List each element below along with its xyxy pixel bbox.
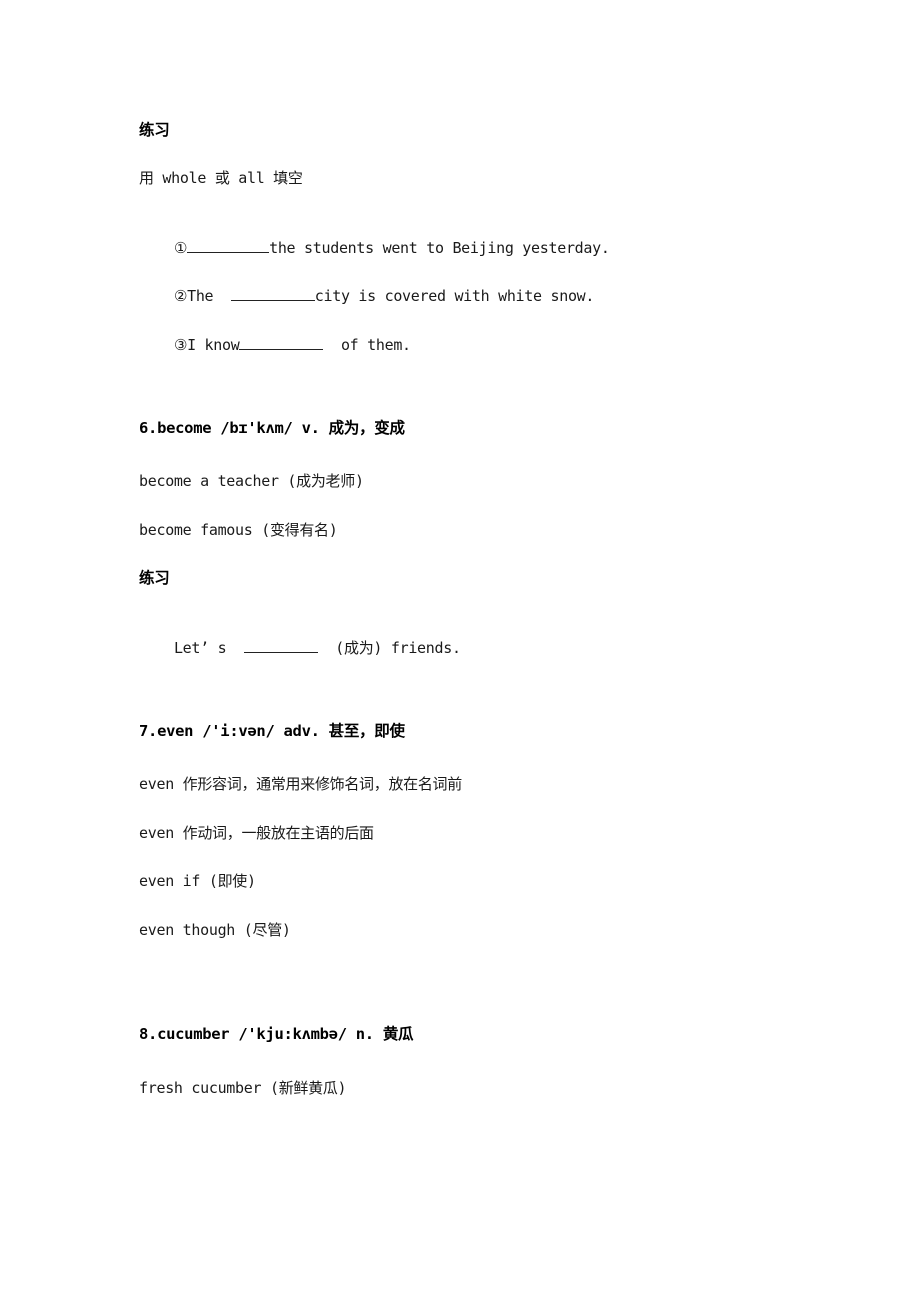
vocab-heading-become: 6.become /bɪ'kʌm/ v. 成为，变成	[139, 419, 405, 437]
note-line: even though (尽管)	[139, 921, 291, 939]
fill-blank[interactable]	[187, 237, 270, 253]
item-prefix: ①	[173, 239, 188, 257]
item-suffix: of them.	[323, 336, 411, 354]
item-suffix: the students went to Beijing yesterday.	[269, 239, 610, 257]
note-line: even 作形容词，通常用来修饰名词，放在名词前	[139, 775, 462, 793]
item-prefix: Let’ s	[173, 639, 244, 657]
item-prefix: ③I know	[173, 336, 240, 354]
exercise-item-3: ③I know of them.	[139, 314, 411, 375]
example-line: fresh cucumber (新鲜黄瓜)	[139, 1079, 347, 1097]
exercise-title: 练习	[139, 569, 170, 587]
exercise-item: Let’ s (成为) friends.	[139, 617, 461, 678]
example-line: become famous (变得有名)	[139, 521, 338, 539]
item-prefix: ②The	[173, 287, 231, 305]
note-line: even if (即使)	[139, 872, 256, 890]
exercise-instruction: 用 whole 或 all 填空	[139, 169, 303, 187]
example-line: become a teacher (成为老师)	[139, 472, 364, 490]
vocab-heading-even: 7.even /'i:vən/ adv. 甚至，即使	[139, 722, 405, 740]
fill-blank[interactable]	[239, 334, 324, 350]
fill-blank[interactable]	[243, 637, 318, 653]
vocab-heading-cucumber: 8.cucumber /'kju:kʌmbə/ n. 黄瓜	[139, 1025, 414, 1043]
note-line: even 作动词，一般放在主语的后面	[139, 824, 374, 842]
exercise-title: 练习	[139, 121, 170, 139]
item-suffix: city is covered with white snow.	[314, 287, 595, 305]
fill-blank[interactable]	[230, 285, 315, 301]
item-suffix: (成为) friends.	[317, 639, 461, 657]
